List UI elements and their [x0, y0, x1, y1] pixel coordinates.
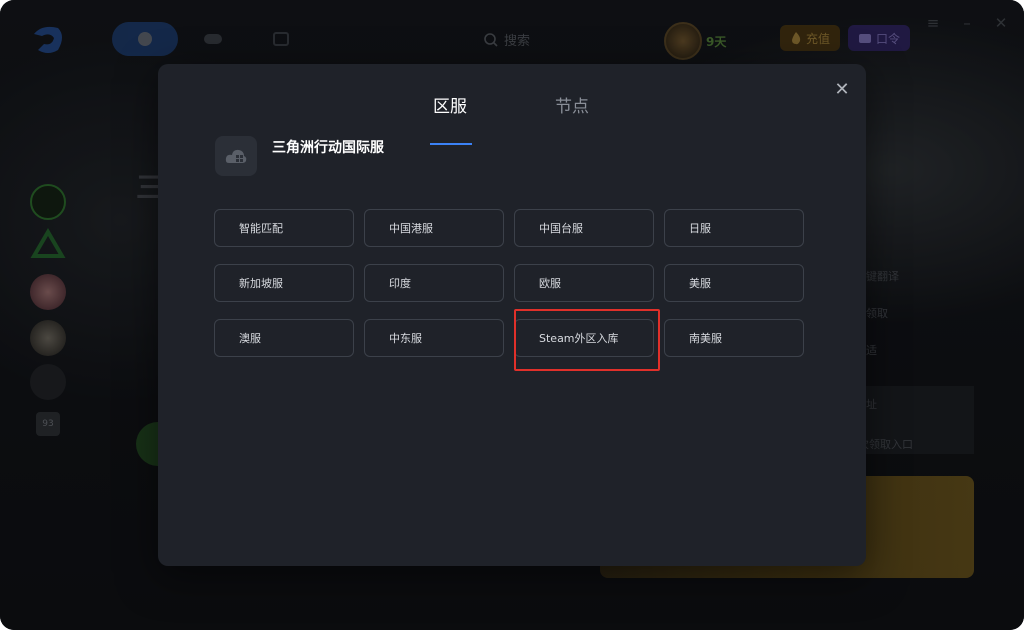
region-button[interactable]: 印度	[364, 264, 504, 302]
tab-node[interactable]: 节点	[555, 92, 589, 117]
active-tab-indicator	[430, 143, 472, 145]
dialog-tabs: 区服 节点	[158, 92, 866, 145]
region-button[interactable]: 智能匹配	[214, 209, 354, 247]
region-button[interactable]: 美服	[664, 264, 804, 302]
close-icon[interactable]: ✕	[832, 80, 852, 100]
tab-region[interactable]: 区服	[433, 92, 467, 117]
region-select-dialog: 区服 节点 ✕ 三角洲行动国际服 智能匹配 中国港服 中国台服 日服新加坡服 印度 欧服美…	[158, 64, 866, 566]
region-button[interactable]: 日服	[664, 209, 804, 247]
region-button[interactable]: 中国台服	[514, 209, 654, 247]
region-button[interactable]: 中东服	[364, 319, 504, 357]
region-button[interactable]: Steam外区入库	[514, 319, 654, 357]
game-icon	[215, 136, 257, 176]
region-button[interactable]: 中国港服	[364, 209, 504, 247]
region-button[interactable]: 澳服	[214, 319, 354, 357]
cloud-grid-icon	[225, 149, 247, 163]
game-name: 三角洲行动国际服	[272, 140, 384, 156]
region-button[interactable]: 新加坡服	[214, 264, 354, 302]
region-button[interactable]: 欧服	[514, 264, 654, 302]
region-button[interactable]: 南美服	[664, 319, 804, 357]
app-window: 三 键翻译 领取 适 址 次领取入口 93 搜索 9天 充值 口令 ≡ – ✕ …	[0, 0, 1024, 630]
